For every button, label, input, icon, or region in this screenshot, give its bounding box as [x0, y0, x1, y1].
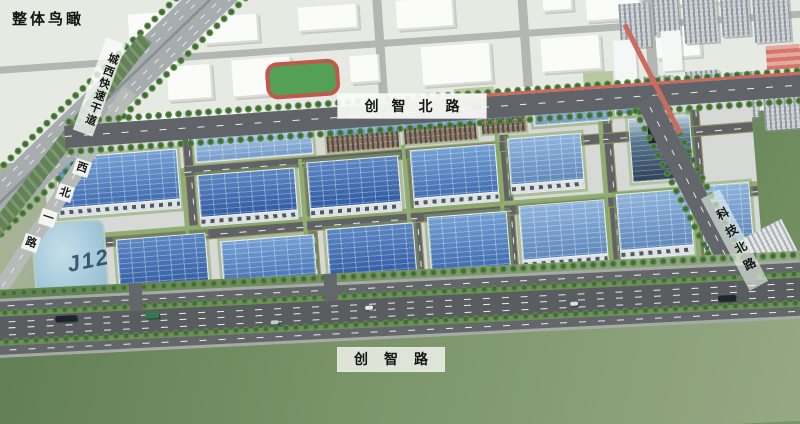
- warehouse-solar-roof: [518, 199, 609, 270]
- tower-block: [720, 0, 751, 37]
- office-tower-white: [660, 30, 683, 71]
- connector-road: [323, 273, 337, 302]
- tower-block: [682, 0, 719, 44]
- warehouse-solar-roof: [306, 155, 402, 218]
- city-block: [349, 54, 381, 84]
- vehicle-car: [271, 320, 279, 324]
- vehicle-car: [570, 302, 578, 306]
- vehicle-car: [365, 306, 373, 310]
- road-label-chuangzhi-north: 创智北路: [338, 94, 486, 118]
- warehouse-facade: [512, 179, 584, 194]
- city-block: [298, 4, 360, 33]
- city-block: [540, 35, 602, 74]
- city-block: [395, 0, 455, 31]
- road-label-chuangzhi: 创智路: [338, 348, 444, 371]
- vehicle-truck: [718, 295, 736, 302]
- warehouse-solar-roof: [507, 133, 585, 195]
- vehicle-truck: [55, 315, 77, 322]
- warehouse-facade: [60, 198, 180, 216]
- page-title: 整体鸟瞰: [12, 8, 84, 29]
- city-block: [421, 42, 494, 87]
- connector-road: [129, 283, 143, 312]
- aerial-masterplan-rendering: J12: [0, 0, 800, 424]
- vehicle-truck: [145, 312, 159, 319]
- warehouse-solar-roof: [410, 144, 500, 209]
- sports-track-field: [264, 58, 340, 100]
- tower-block: [751, 0, 791, 43]
- warehouse-solar-roof: [197, 167, 299, 227]
- city-block: [542, 0, 573, 13]
